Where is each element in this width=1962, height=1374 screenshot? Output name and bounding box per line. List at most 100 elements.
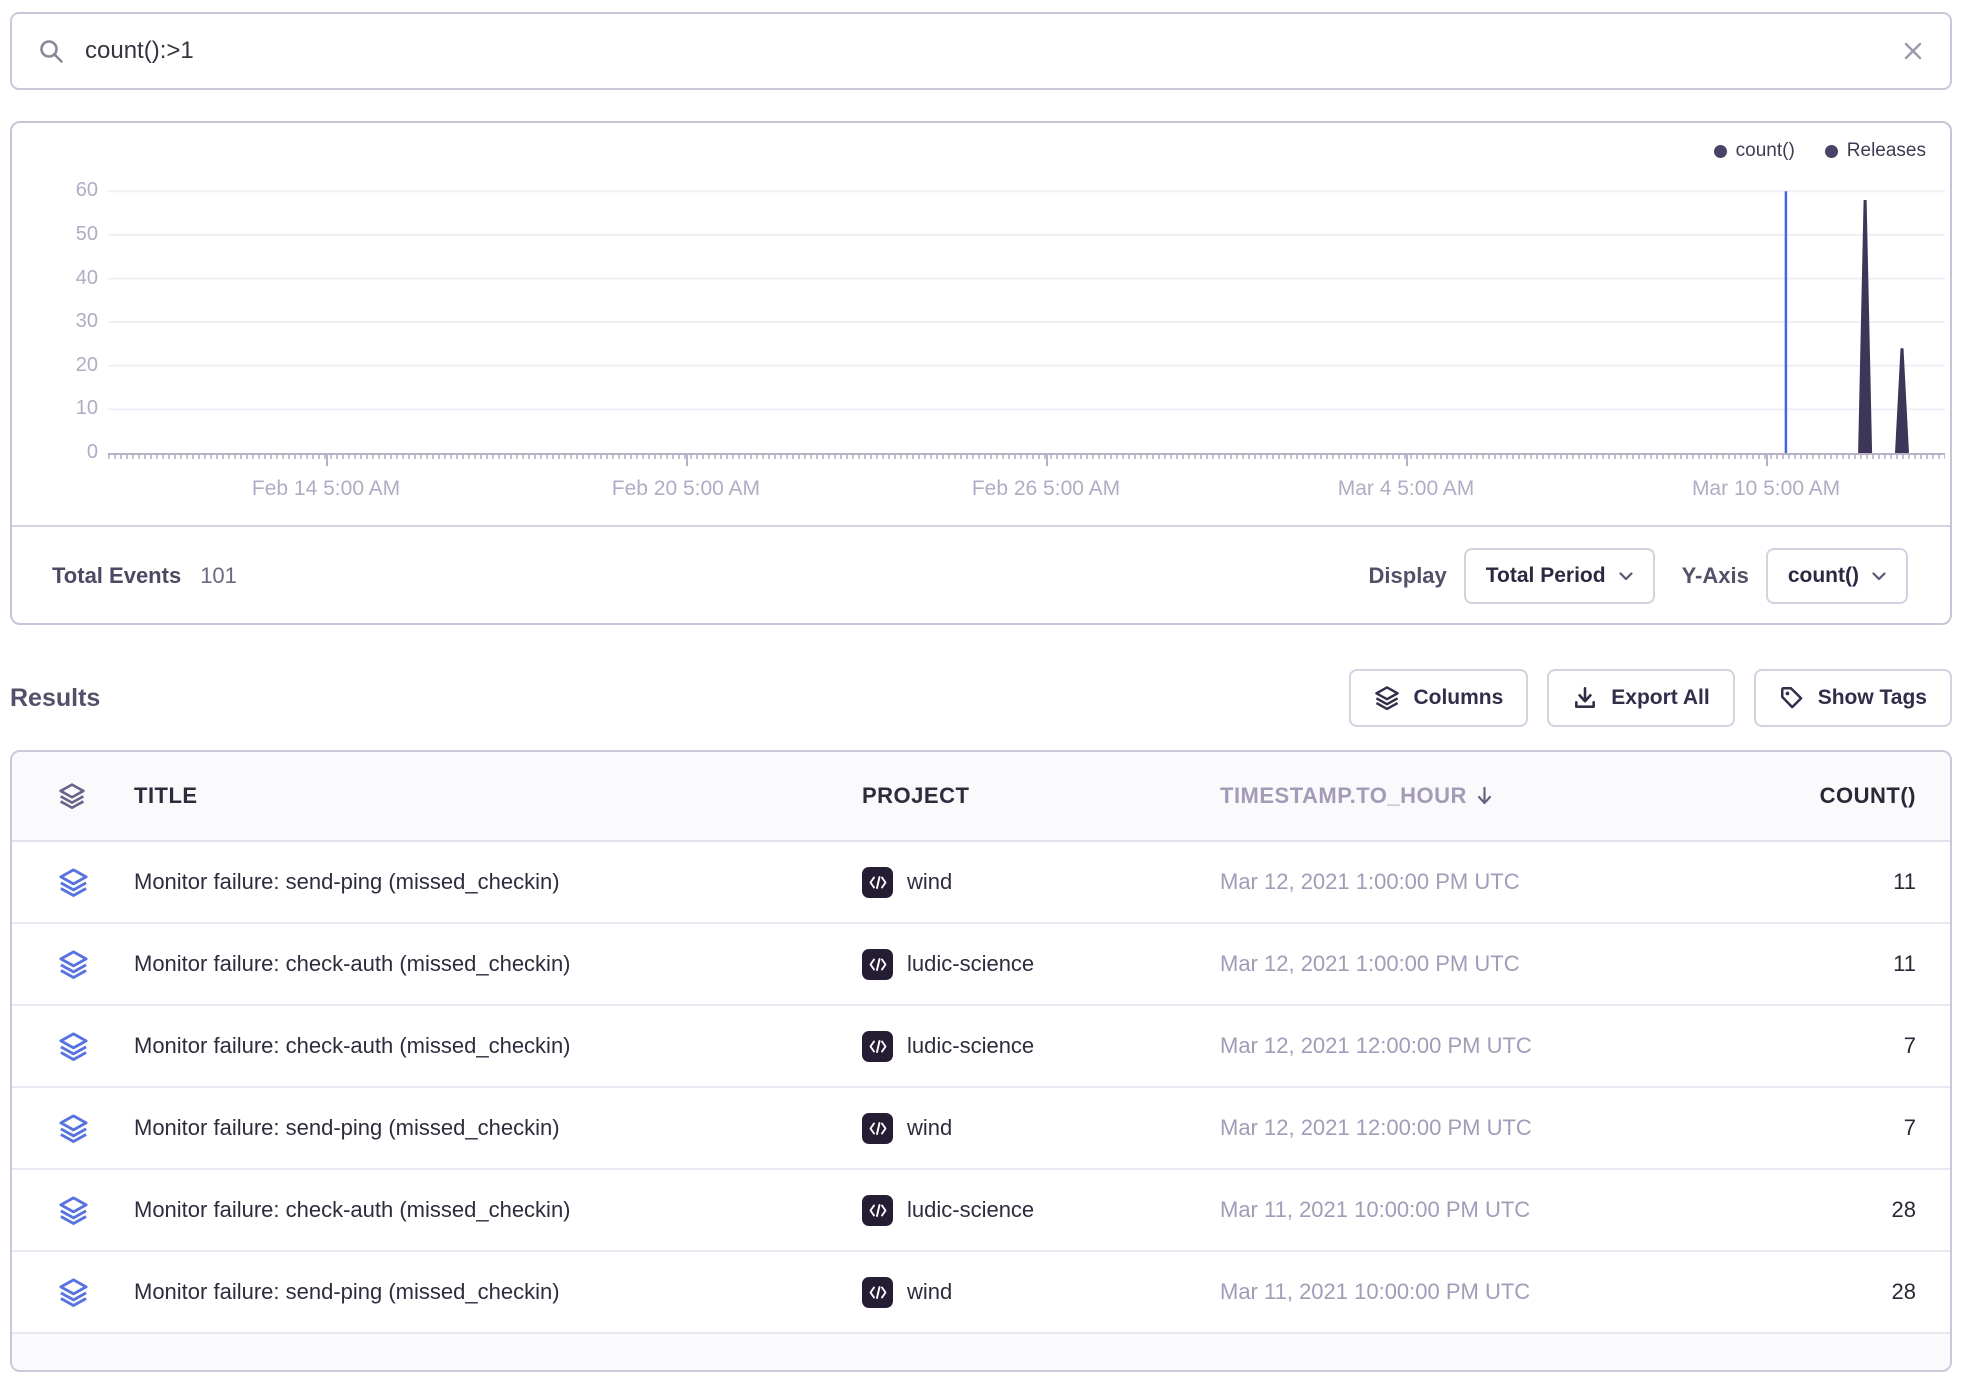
row-expand-icon[interactable] (12, 1031, 108, 1062)
display-dropdown-value: Total Period (1486, 564, 1606, 588)
project-platform-badge (862, 949, 893, 980)
row-count: 28 (1670, 1279, 1950, 1305)
table-body: Monitor failure: send-ping (missed_check… (12, 842, 1950, 1334)
row-title[interactable]: Monitor failure: send-ping (missed_check… (108, 1279, 852, 1305)
code-icon (869, 958, 887, 971)
header-cell-project[interactable]: PROJECT (852, 783, 1211, 809)
table-row: Monitor failure: check-auth (missed_chec… (12, 1006, 1950, 1088)
project-name: ludic-science (907, 1197, 1034, 1223)
row-timestamp: Mar 12, 2021 1:00:00 PM UTC (1211, 869, 1670, 895)
row-expand-icon[interactable] (12, 1113, 108, 1144)
y-axis-tick-label: 60 (12, 179, 98, 202)
chart-plot[interactable] (108, 152, 1945, 453)
row-expand-icon[interactable] (12, 1277, 108, 1308)
results-heading: Results (10, 684, 100, 713)
stack-icon (58, 1113, 89, 1144)
columns-button[interactable]: Columns (1349, 669, 1528, 727)
search-input[interactable] (85, 37, 1902, 65)
show-tags-button[interactable]: Show Tags (1754, 669, 1952, 727)
code-icon (869, 1122, 887, 1135)
x-axis-tick (1766, 455, 1768, 466)
tag-icon (1779, 685, 1805, 711)
row-count: 7 (1670, 1033, 1950, 1059)
row-project: wind (852, 867, 1211, 898)
row-expand-icon[interactable] (12, 949, 108, 980)
project-name: wind (907, 1279, 952, 1305)
clear-search-icon[interactable] (1902, 40, 1924, 62)
download-icon (1572, 685, 1598, 711)
x-axis-tick-label: Feb 20 5:00 AM (612, 477, 760, 501)
table-row: Monitor failure: send-ping (missed_check… (12, 1088, 1950, 1170)
chart-summary: Total Events 101 Display Total Period Y-… (12, 525, 1950, 625)
y-axis-tick-label: 20 (12, 354, 98, 377)
x-axis-tick-label: Feb 14 5:00 AM (252, 477, 400, 501)
y-axis-tick-label: 30 (12, 310, 98, 333)
project-platform-badge (862, 1277, 893, 1308)
project-name: wind (907, 869, 952, 895)
row-title[interactable]: Monitor failure: check-auth (missed_chec… (108, 1033, 852, 1059)
stack-icon (58, 1195, 89, 1226)
y-axis-labels: 0102030405060 (12, 123, 98, 483)
x-axis-tick (1406, 455, 1408, 466)
yaxis-dropdown-value: count() (1788, 564, 1859, 588)
project-name: ludic-science (907, 951, 1034, 977)
table-header: TITLE PROJECT TIMESTAMP.TO_HOUR COUNT() (12, 752, 1950, 842)
export-all-button[interactable]: Export All (1547, 669, 1734, 727)
stack-icon (58, 1031, 89, 1062)
row-timestamp: Mar 12, 2021 1:00:00 PM UTC (1211, 951, 1670, 977)
header-cell-title[interactable]: TITLE (108, 783, 852, 809)
header-cell-timestamp[interactable]: TIMESTAMP.TO_HOUR (1211, 783, 1670, 809)
code-icon (869, 1204, 887, 1217)
x-axis-tick (326, 455, 328, 466)
stack-icon (58, 867, 89, 898)
row-project: ludic-science (852, 1195, 1211, 1226)
row-project: ludic-science (852, 1031, 1211, 1062)
y-axis-tick-label: 40 (12, 267, 98, 290)
row-count: 11 (1670, 869, 1950, 895)
row-title[interactable]: Monitor failure: send-ping (missed_check… (108, 869, 852, 895)
table-footer (12, 1334, 1950, 1370)
x-axis-tick-label: Mar 4 5:00 AM (1338, 477, 1475, 501)
table-row: Monitor failure: check-auth (missed_chec… (12, 1170, 1950, 1252)
project-platform-badge (862, 1113, 893, 1144)
stack-icon (58, 949, 89, 980)
chevron-down-icon (1619, 572, 1633, 581)
project-platform-badge (862, 1195, 893, 1226)
row-timestamp: Mar 12, 2021 12:00:00 PM UTC (1211, 1115, 1670, 1141)
row-title[interactable]: Monitor failure: send-ping (missed_check… (108, 1115, 852, 1141)
header-cell-timestamp-label: TIMESTAMP.TO_HOUR (1220, 783, 1467, 809)
row-expand-icon[interactable] (12, 867, 108, 898)
yaxis-label: Y-Axis (1682, 563, 1749, 589)
export-all-button-label: Export All (1611, 686, 1709, 710)
header-stack-icon[interactable] (12, 782, 108, 810)
code-icon (869, 1040, 887, 1053)
chart-svg (108, 152, 1945, 453)
columns-button-label: Columns (1413, 686, 1503, 710)
header-cell-count[interactable]: COUNT() (1670, 783, 1950, 809)
stack-icon (58, 782, 86, 810)
search-icon (38, 38, 65, 65)
row-count: 28 (1670, 1197, 1950, 1223)
sort-desc-icon (1476, 785, 1493, 807)
display-dropdown[interactable]: Total Period (1464, 548, 1655, 604)
row-count: 7 (1670, 1115, 1950, 1141)
project-platform-badge (862, 1031, 893, 1062)
row-title[interactable]: Monitor failure: check-auth (missed_chec… (108, 1197, 852, 1223)
row-timestamp: Mar 12, 2021 12:00:00 PM UTC (1211, 1033, 1670, 1059)
project-platform-badge (862, 867, 893, 898)
row-expand-icon[interactable] (12, 1195, 108, 1226)
show-tags-button-label: Show Tags (1818, 686, 1927, 710)
total-events-label: Total Events (52, 563, 181, 589)
project-name: ludic-science (907, 1033, 1034, 1059)
results-header: Results Columns Export All (10, 668, 1952, 728)
results-table: TITLE PROJECT TIMESTAMP.TO_HOUR COUNT() … (10, 750, 1952, 1372)
yaxis-dropdown[interactable]: count() (1766, 548, 1908, 604)
stack-icon (58, 1277, 89, 1308)
row-title[interactable]: Monitor failure: check-auth (missed_chec… (108, 951, 852, 977)
row-timestamp: Mar 11, 2021 10:00:00 PM UTC (1211, 1197, 1670, 1223)
project-name: wind (907, 1115, 952, 1141)
code-icon (869, 876, 887, 889)
stack-icon (1374, 685, 1400, 711)
row-project: wind (852, 1277, 1211, 1308)
x-axis-labels: Feb 14 5:00 AMFeb 20 5:00 AMFeb 26 5:00 … (108, 453, 1945, 513)
